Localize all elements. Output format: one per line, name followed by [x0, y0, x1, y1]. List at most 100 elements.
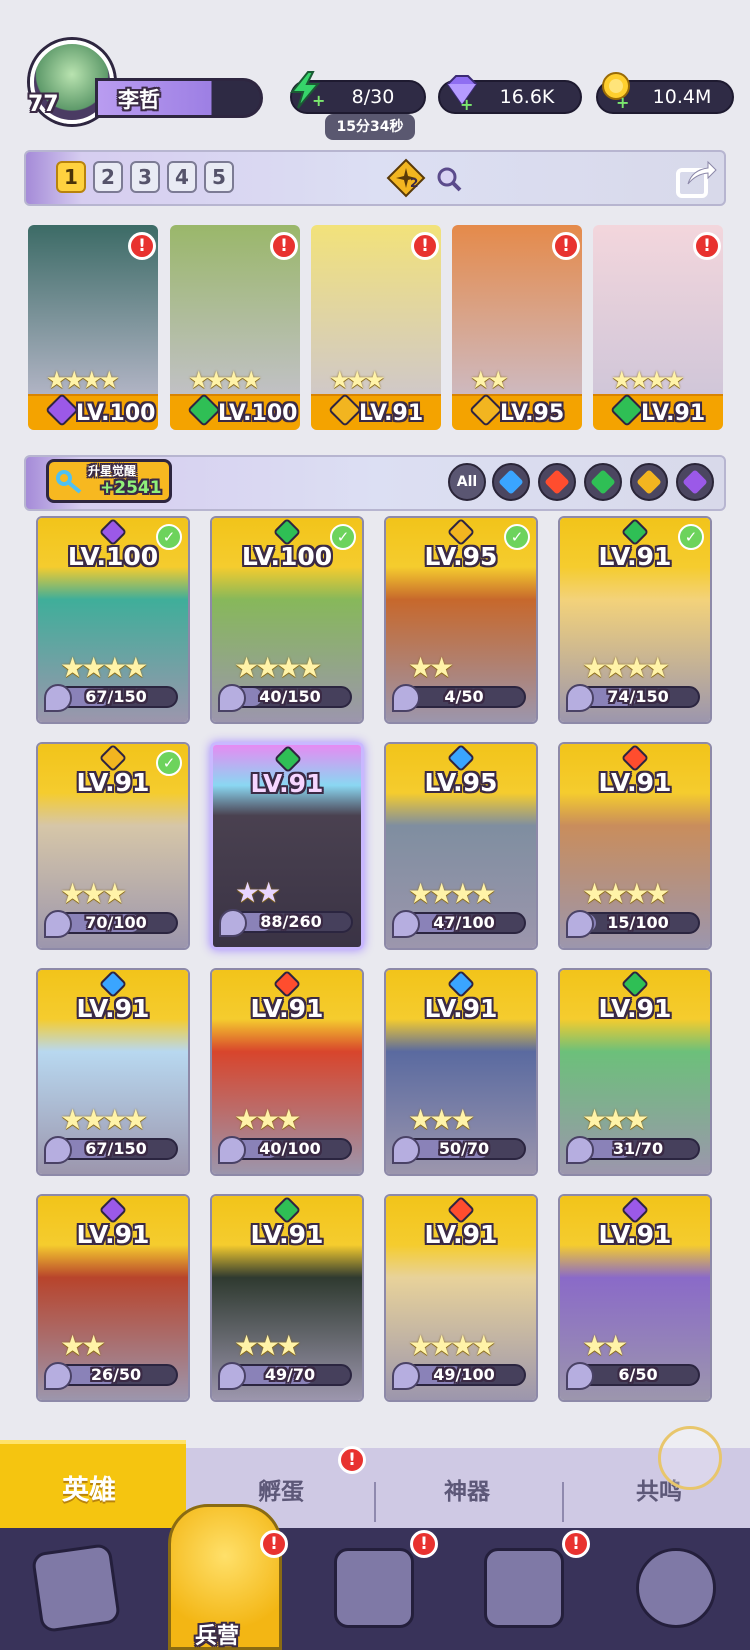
team-hero-level: LV.91	[641, 401, 706, 426]
team-tab-5[interactable]: 5	[204, 161, 234, 193]
hero-level: LV.91	[76, 994, 150, 1023]
team-hero-level: LV.100	[76, 401, 156, 426]
progress-text: 40/100	[259, 1139, 321, 1158]
alert-icon: !	[693, 232, 721, 260]
hero-card[interactable]: LV.95 ★★★★ 47/100	[384, 742, 538, 950]
hero-progress: 49/100	[402, 1364, 526, 1386]
progress-text: 49/70	[264, 1365, 316, 1384]
hero-card[interactable]: ✓ LV.91 ★★★★ 74/150	[558, 516, 712, 724]
hero-level: LV.100	[241, 542, 333, 571]
hero-level: LV.91	[598, 768, 672, 797]
energy-timer: 15分34秒	[325, 114, 415, 140]
hero-card[interactable]: ✓ LV.91 ★★★ 70/100	[36, 742, 190, 950]
awaken-value: +2541	[100, 478, 162, 498]
shard-icon	[219, 909, 247, 937]
element-icon	[544, 469, 570, 495]
star-rating: ★★★★	[582, 877, 670, 910]
star-rating: ★★	[235, 876, 281, 909]
formation-badge: 2	[410, 176, 419, 190]
progress-text: 4/50	[444, 687, 484, 706]
hero-level: LV.95	[424, 768, 498, 797]
filter-all-label: All	[456, 474, 478, 490]
hero-progress: 6/50	[576, 1364, 700, 1386]
shard-icon	[566, 1136, 594, 1164]
filter-element-5[interactable]	[676, 463, 714, 501]
star-rating: ★★★	[234, 1329, 301, 1362]
star-rating: ★★★	[60, 877, 127, 910]
progress-text: 74/150	[607, 687, 669, 706]
hero-progress: 40/150	[228, 686, 352, 708]
star-rating: ★★★★	[408, 877, 496, 910]
mushroom-nav-icon[interactable]	[636, 1548, 716, 1628]
share-icon[interactable]	[674, 156, 718, 200]
book-alert-icon: !	[410, 1530, 438, 1558]
temple-nav-icon[interactable]	[484, 1548, 564, 1628]
search-icon[interactable]	[434, 164, 464, 194]
team-hero-level: LV.91	[359, 401, 424, 426]
shard-icon	[392, 1136, 420, 1164]
energy-icon: +	[289, 71, 325, 110]
star-rating: ★★★★	[60, 651, 148, 684]
gold-coin-icon: +	[602, 72, 630, 110]
filter-element-4[interactable]	[630, 463, 668, 501]
filter-all[interactable]: All	[448, 463, 486, 501]
awaken-title: 升星觉醒	[88, 464, 137, 478]
hero-card[interactable]: LV.91 ★★★ 31/70	[558, 968, 712, 1176]
book-nav-icon[interactable]	[334, 1548, 414, 1628]
barracks-alert-icon: !	[260, 1530, 288, 1558]
hero-card[interactable]: LV.91 ★★ 6/50	[558, 1194, 712, 1402]
hero-card[interactable]: ✓ LV.100 ★★★★ 40/150	[210, 516, 364, 724]
hero-level: LV.91	[250, 994, 324, 1023]
filter-element-3[interactable]	[584, 463, 622, 501]
hero-card[interactable]: LV.91 ★★★★ 49/100	[384, 1194, 538, 1402]
filter-element-1[interactable]	[492, 463, 530, 501]
energy-value: 8/30	[351, 86, 395, 108]
hero-card[interactable]: LV.91 ★★★ 40/100	[210, 968, 364, 1176]
hatch-alert-icon: !	[338, 1446, 366, 1474]
formation-icon[interactable]	[386, 158, 426, 198]
gems-value: 16.6K	[499, 86, 555, 108]
team-tab-3[interactable]: 3	[130, 161, 160, 193]
tab-divider	[374, 1482, 376, 1522]
hero-card[interactable]: ✓ LV.95 ★★ 4/50	[384, 516, 538, 724]
hero-progress: 67/150	[54, 686, 178, 708]
hero-card[interactable]: LV.91 ★★★★ 67/150	[36, 968, 190, 1176]
cards-nav-icon[interactable]	[30, 1542, 122, 1634]
tab-artifact[interactable]: 神器	[444, 1472, 490, 1506]
element-icon	[682, 469, 708, 495]
alert-icon: !	[411, 232, 439, 260]
hero-card[interactable]: LV.91 ★★ 26/50	[36, 1194, 190, 1402]
star-rating: ★★★★	[188, 366, 262, 394]
star-rating: ★★★	[408, 1103, 475, 1136]
star-rating: ★★★★	[582, 651, 670, 684]
hero-level: LV.100	[67, 542, 159, 571]
hero-card[interactable]: LV.91 ★★★★ 15/100	[558, 742, 712, 950]
progress-text: 6/50	[618, 1365, 658, 1384]
hero-card[interactable]: LV.91 ★★★ 50/70	[384, 968, 538, 1176]
hero-level: LV.91	[250, 769, 324, 798]
svg-text:+: +	[460, 95, 473, 112]
svg-text:+: +	[312, 91, 325, 110]
shard-icon	[566, 910, 594, 938]
tab-hatch[interactable]: 孵蛋	[258, 1472, 304, 1506]
shard-icon	[218, 684, 246, 712]
shard-icon	[392, 910, 420, 938]
star-rating: ★★★★	[611, 366, 685, 394]
hero-card[interactable]: ✓ LV.100 ★★★★ 67/150	[36, 516, 190, 724]
team-tab-4[interactable]: 4	[167, 161, 197, 193]
shard-icon	[392, 684, 420, 712]
hero-progress: 49/70	[228, 1364, 352, 1386]
team-tab-1[interactable]: 1	[56, 161, 86, 193]
hero-level: LV.91	[76, 1220, 150, 1249]
star-rating: ★★	[408, 651, 454, 684]
hero-card[interactable]: LV.91 ★★★ 49/70	[210, 1194, 364, 1402]
sparkle-button[interactable]	[658, 1426, 722, 1490]
player-level: 77	[28, 92, 59, 117]
filter-element-2[interactable]	[538, 463, 576, 501]
progress-text: 26/50	[90, 1365, 142, 1384]
gold-value: 10.4M	[652, 86, 712, 108]
temple-alert-icon: !	[562, 1530, 590, 1558]
progress-text: 88/260	[260, 912, 322, 931]
team-tab-2[interactable]: 2	[93, 161, 123, 193]
hero-card[interactable]: LV.91 ★★ 88/260	[210, 742, 364, 950]
